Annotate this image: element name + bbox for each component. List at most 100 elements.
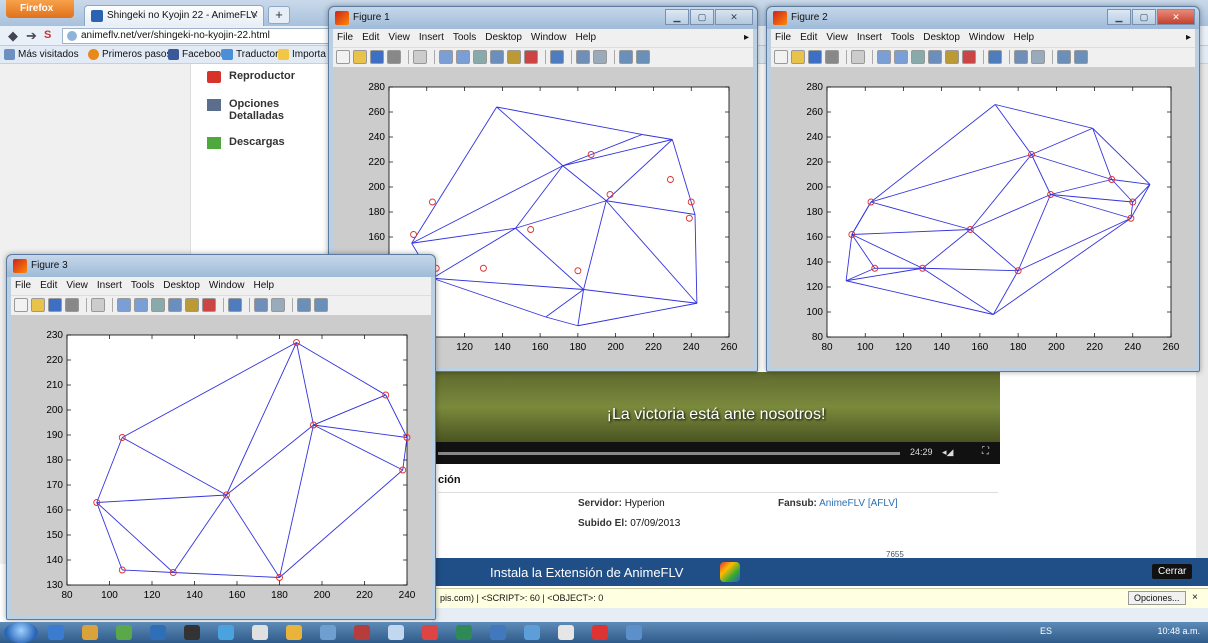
minimize-icon[interactable]: ▁ (1107, 9, 1131, 25)
bookmark-traductor[interactable]: Traductor (222, 49, 278, 60)
pointer-icon[interactable] (91, 298, 105, 312)
menu-tools[interactable]: Tools (131, 280, 154, 291)
menu-desktop[interactable]: Desktop (485, 32, 522, 43)
video-seek-bar[interactable] (438, 452, 900, 455)
menu-insert[interactable]: Insert (419, 32, 444, 43)
hide-tools-icon[interactable] (297, 298, 311, 312)
app-icon[interactable] (422, 625, 438, 640)
close-icon[interactable]: ✕ (715, 9, 753, 25)
zoom-in-icon[interactable] (117, 298, 131, 312)
print-icon[interactable] (387, 50, 401, 64)
browser-tab[interactable]: Shingeki no Kyojin 22 - AnimeFLV × (84, 5, 264, 26)
zoom-in-icon[interactable] (439, 50, 453, 64)
rotate-icon[interactable] (490, 50, 504, 64)
menu-descargas[interactable]: Descargas (207, 136, 285, 149)
menu-reproductor[interactable]: Reproductor (207, 70, 295, 83)
print-icon[interactable] (825, 50, 839, 64)
app-icon[interactable] (558, 625, 574, 640)
menu-desktop[interactable]: Desktop (923, 32, 960, 43)
menu-view[interactable]: View (826, 32, 848, 43)
url-input[interactable]: animeflv.net/ver/shingeki-no-kyojin-22.h… (62, 28, 362, 44)
menu-view[interactable]: View (388, 32, 410, 43)
app-icon[interactable] (320, 625, 336, 640)
save-icon[interactable] (370, 50, 384, 64)
app-icon[interactable] (456, 625, 472, 640)
pan-icon[interactable] (911, 50, 925, 64)
menu-desktop[interactable]: Desktop (163, 280, 200, 291)
colorbar-icon[interactable] (576, 50, 590, 64)
legend-icon[interactable] (593, 50, 607, 64)
save-icon[interactable] (48, 298, 62, 312)
zoom-in-icon[interactable] (877, 50, 891, 64)
back-arrow-icon[interactable]: ◆ (8, 28, 18, 44)
folder-icon[interactable] (82, 625, 98, 640)
link-icon[interactable] (550, 50, 564, 64)
new-tab-button[interactable]: + (268, 6, 290, 24)
brush-icon[interactable] (962, 50, 976, 64)
zoom-out-icon[interactable] (894, 50, 908, 64)
rotate-icon[interactable] (168, 298, 182, 312)
bookmark-facebook[interactable]: Facebook (168, 49, 226, 60)
bookmark-mas-visitados[interactable]: Más visitados (4, 49, 79, 60)
forward-arrow-icon[interactable]: ➔ (26, 28, 37, 44)
menu-tools[interactable]: Tools (453, 32, 476, 43)
fullscreen-icon[interactable]: ⛶ (982, 446, 989, 457)
colorbar-icon[interactable] (254, 298, 268, 312)
link-icon[interactable] (988, 50, 1002, 64)
fansub-link[interactable]: AnimeFLV [AFLV] (819, 498, 898, 509)
brush-icon[interactable] (202, 298, 216, 312)
menu-help[interactable]: Help (1014, 32, 1035, 43)
figure-2-window[interactable]: Figure 2 ▁ ▢ ✕ File Edit View Insert Tools De… (766, 6, 1200, 372)
new-file-icon[interactable] (774, 50, 788, 64)
pan-icon[interactable] (473, 50, 487, 64)
app-icon[interactable] (626, 625, 642, 640)
app-icon[interactable] (490, 625, 506, 640)
legend-icon[interactable] (271, 298, 285, 312)
close-icon[interactable]: ✕ (1157, 9, 1195, 25)
menu-opciones-detalladas[interactable]: Opciones Detalladas (207, 98, 297, 122)
data-cursor-icon[interactable] (507, 50, 521, 64)
zoom-out-icon[interactable] (134, 298, 148, 312)
figure-3-window[interactable]: Figure 3 File Edit View Insert Tools Desktop W… (6, 254, 436, 620)
app-icon[interactable] (524, 625, 540, 640)
media-icon[interactable] (116, 625, 132, 640)
menu-insert[interactable]: Insert (857, 32, 882, 43)
app-icon[interactable] (184, 625, 200, 640)
open-folder-icon[interactable] (353, 50, 367, 64)
close-banner-button[interactable]: Cerrar (1152, 564, 1193, 579)
video-player[interactable]: ¡La victoria está ante nosotros! 24:29 ◂… (432, 372, 1000, 464)
language-indicator[interactable]: ES (1040, 626, 1052, 636)
menu-edit[interactable]: Edit (800, 32, 817, 43)
site-identity-icon[interactable]: S (44, 29, 51, 41)
pointer-icon[interactable] (413, 50, 427, 64)
pan-icon[interactable] (151, 298, 165, 312)
new-file-icon[interactable] (336, 50, 350, 64)
menu-edit[interactable]: Edit (362, 32, 379, 43)
link-icon[interactable] (228, 298, 242, 312)
notification-close-icon[interactable]: × (1192, 592, 1198, 603)
menu-tools[interactable]: Tools (891, 32, 914, 43)
show-tools-icon[interactable] (1074, 50, 1088, 64)
app-icon[interactable] (252, 625, 268, 640)
brush-icon[interactable] (524, 50, 538, 64)
new-file-icon[interactable] (14, 298, 28, 312)
menu-help[interactable]: Help (576, 32, 597, 43)
open-folder-icon[interactable] (31, 298, 45, 312)
pointer-icon[interactable] (851, 50, 865, 64)
open-folder-icon[interactable] (791, 50, 805, 64)
menu-arrow-icon[interactable]: ▸ (744, 32, 749, 43)
menu-insert[interactable]: Insert (97, 280, 122, 291)
maximize-icon[interactable]: ▢ (690, 9, 714, 25)
save-icon[interactable] (808, 50, 822, 64)
menu-window[interactable]: Window (531, 32, 567, 43)
hide-tools-icon[interactable] (619, 50, 633, 64)
options-button[interactable]: Opciones... (1128, 591, 1186, 605)
legend-icon[interactable] (1031, 50, 1045, 64)
show-tools-icon[interactable] (636, 50, 650, 64)
bookmark-primeros-pasos[interactable]: Primeros pasos (88, 49, 171, 60)
app-icon[interactable] (150, 625, 166, 640)
app-icon[interactable] (388, 625, 404, 640)
show-tools-icon[interactable] (314, 298, 328, 312)
figure-canvas[interactable]: 80 100 120 140 160 180 200 220 240 260 80 100 120 140… (771, 67, 1195, 367)
system-clock[interactable]: 10:48 a.m. (1157, 626, 1200, 636)
